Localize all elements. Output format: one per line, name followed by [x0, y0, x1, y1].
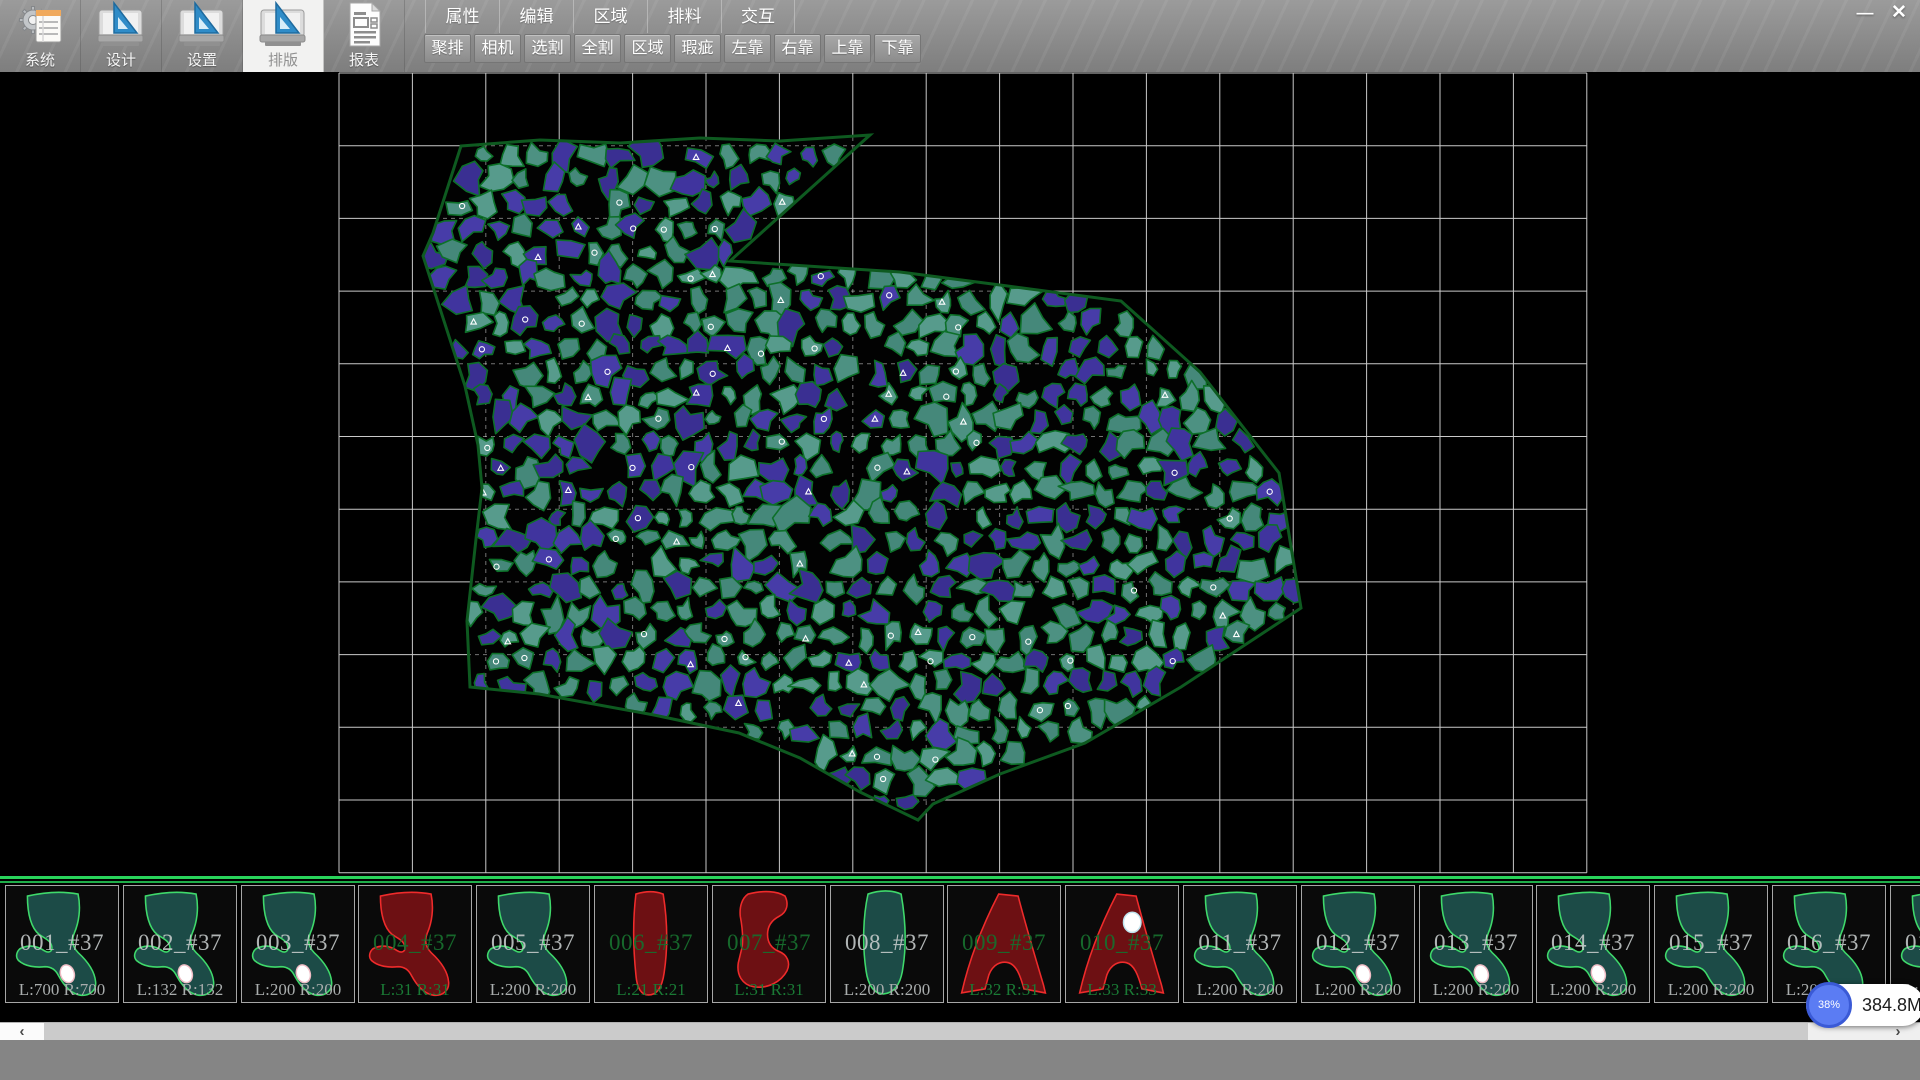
- action-button-region[interactable]: 区域: [624, 34, 671, 63]
- thumbnail-shape: [6, 886, 118, 1002]
- titlebar: 系统设计设置排版报表 属性编辑区域排料交互 聚排相机选割全割区域瑕疵左靠右靠上靠…: [0, 0, 1920, 72]
- action-button-snap-bottom[interactable]: 下靠: [874, 34, 921, 63]
- menu-tab-properties[interactable]: 属性: [425, 0, 499, 33]
- thumbnail-shape: [1184, 886, 1296, 1002]
- action-button-cluster-nest[interactable]: 聚排: [424, 34, 471, 63]
- application-window: 系统设计设置排版报表 属性编辑区域排料交互 聚排相机选割全割区域瑕疵左靠右靠上靠…: [0, 0, 1920, 1080]
- action-button-select-cut[interactable]: 选割: [524, 34, 571, 63]
- piece-thumbnail-strip: 001_#37L:700 R:700002_#37L:132 R:132003_…: [0, 876, 1920, 1022]
- thumbnail-shape: [1302, 886, 1414, 1002]
- thumbnail-cell[interactable]: 015_#37L:200 R:200: [1654, 885, 1768, 1003]
- thumbnail-cell[interactable]: 007_#37L:31 R:31: [712, 885, 826, 1003]
- mode-button-report[interactable]: 报表: [324, 0, 405, 72]
- thumbnail-cell[interactable]: 004_#37L:31 R:31: [358, 885, 472, 1003]
- bottom-bar: [0, 1040, 1920, 1080]
- thumbnail-cell[interactable]: 014_#37L:200 R:200: [1536, 885, 1650, 1003]
- window-close-button[interactable]: ✕: [1884, 1, 1914, 25]
- strip-divider-line: [0, 876, 1920, 879]
- window-minimize-button[interactable]: —: [1850, 1, 1880, 25]
- thumbnail-shape: [713, 886, 825, 1002]
- mode-button-design[interactable]: 设计: [81, 0, 162, 72]
- thumbnail-shape: [124, 886, 236, 1002]
- usage-percent-badge: 38%: [1806, 982, 1852, 1028]
- thumbnail-cell[interactable]: 001_#37L:700 R:700: [5, 885, 119, 1003]
- mode-button-bar: 系统设计设置排版报表: [0, 0, 405, 72]
- thumbnail-cell[interactable]: 002_#37L:132 R:132: [123, 885, 237, 1003]
- thumbnail-cell[interactable]: 013_#37L:200 R:200: [1419, 885, 1533, 1003]
- mode-label-settings: 设置: [162, 49, 242, 70]
- memory-usage-pill: 38% 384.8M: [1806, 984, 1920, 1026]
- menu-tab-bar: 属性编辑区域排料交互: [425, 0, 795, 33]
- action-button-cut-all[interactable]: 全割: [574, 34, 621, 63]
- thumbnail-cell[interactable]: 005_#37L:200 R:200: [476, 885, 590, 1003]
- memory-value: 384.8M: [1862, 984, 1920, 1026]
- strip-divider-line-2: [0, 881, 1920, 883]
- menu-tab-interaction[interactable]: 交互: [721, 0, 795, 33]
- thumbnail-shape: [948, 886, 1060, 1002]
- thumbnail-cell[interactable]: 009_#37L:32 R:31: [947, 885, 1061, 1003]
- mode-label-nesting: 排版: [243, 49, 323, 70]
- thumbnail-shape: [359, 886, 471, 1002]
- mode-label-design: 设计: [81, 49, 161, 70]
- action-button-bar: 聚排相机选割全割区域瑕疵左靠右靠上靠下靠: [424, 34, 921, 65]
- thumbnail-cell[interactable]: 006_#37L:21 R:21: [594, 885, 708, 1003]
- scroll-thumb[interactable]: [44, 1023, 1808, 1040]
- thumbnail-shape: [1420, 886, 1532, 1002]
- action-button-defect[interactable]: 瑕疵: [674, 34, 721, 63]
- thumbnail-cell[interactable]: 008_#37L:200 R:200: [830, 885, 944, 1003]
- action-button-camera[interactable]: 相机: [474, 34, 521, 63]
- action-button-snap-right[interactable]: 右靠: [774, 34, 821, 63]
- thumbnail-shape: [1066, 886, 1178, 1002]
- menu-tab-nesting[interactable]: 排料: [647, 0, 721, 33]
- mode-button-system[interactable]: 系统: [0, 0, 81, 72]
- scroll-left-button[interactable]: ‹: [0, 1023, 44, 1040]
- thumbnail-cell[interactable]: 010_#37L:33 R:33: [1065, 885, 1179, 1003]
- thumbnail-cell[interactable]: 003_#37L:200 R:200: [241, 885, 355, 1003]
- menu-tab-edit[interactable]: 编辑: [499, 0, 573, 33]
- system-icon: [15, 1, 65, 53]
- action-button-snap-top[interactable]: 上靠: [824, 34, 871, 63]
- settings-icon: [176, 1, 228, 54]
- nesting-canvas[interactable]: [0, 72, 1920, 876]
- thumbnail-shape: [1537, 886, 1649, 1002]
- nest-svg: [0, 72, 1920, 876]
- mode-button-nesting[interactable]: 排版: [243, 0, 324, 72]
- nesting-icon: [257, 1, 309, 54]
- thumbnail-shape: [595, 886, 707, 1002]
- thumbnail-shape: [1655, 886, 1767, 1002]
- menu-tab-region[interactable]: 区域: [573, 0, 647, 33]
- thumbnail-shape: [831, 886, 943, 1002]
- thumbnail-shape: [242, 886, 354, 1002]
- mode-button-settings[interactable]: 设置: [162, 0, 243, 72]
- horizontal-scrollbar[interactable]: ‹ ›: [0, 1022, 1920, 1040]
- action-button-snap-left[interactable]: 左靠: [724, 34, 771, 63]
- thumbnail-cell[interactable]: 011_#37L:200 R:200: [1183, 885, 1297, 1003]
- report-icon: [340, 1, 388, 53]
- mode-label-report: 报表: [324, 49, 404, 70]
- thumbnail-shape: [477, 886, 589, 1002]
- thumbnail-cell[interactable]: 012_#37L:200 R:200: [1301, 885, 1415, 1003]
- mode-label-system: 系统: [0, 49, 80, 70]
- design-icon: [95, 1, 147, 54]
